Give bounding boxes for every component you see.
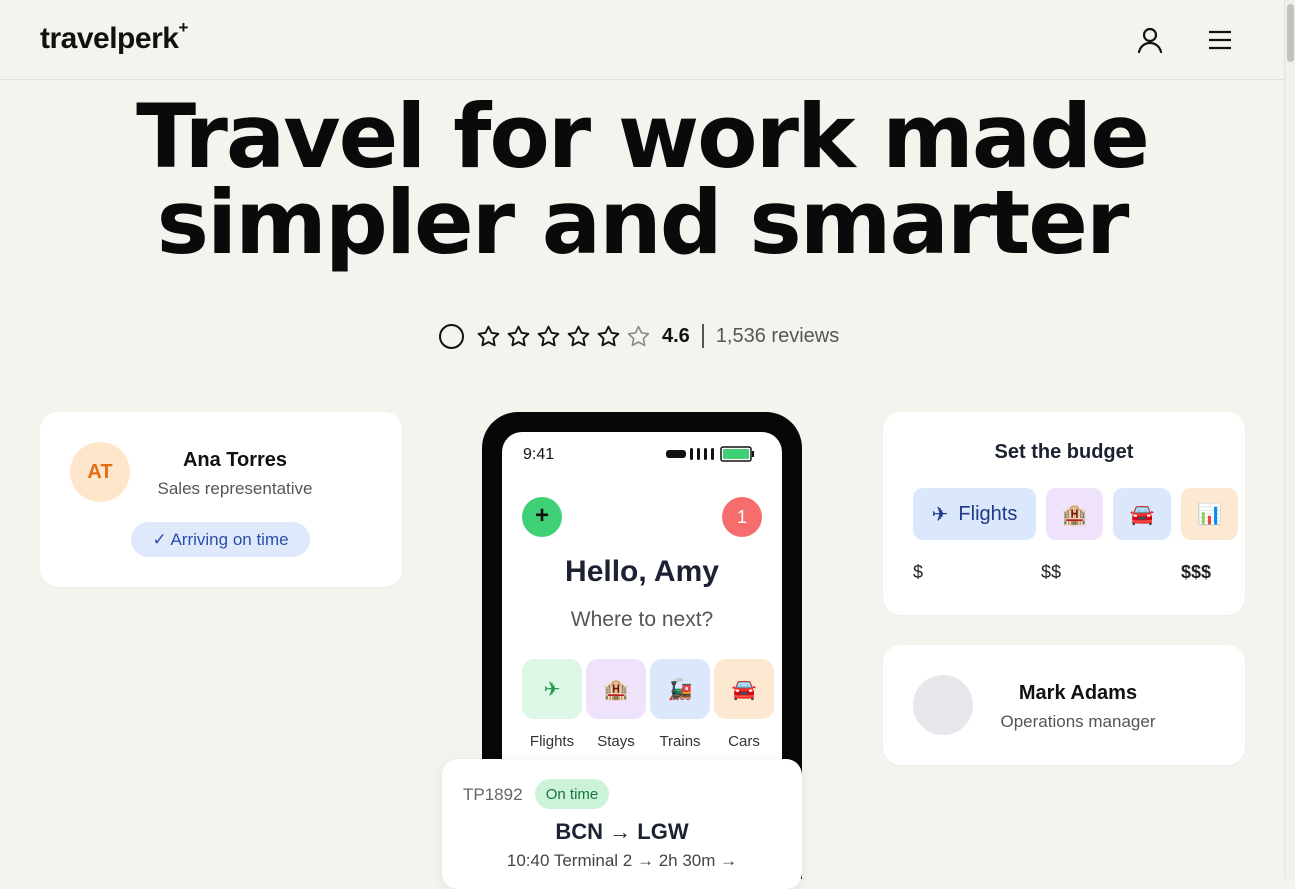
plane-icon: ✈ [931, 503, 949, 526]
logo-plus-mark: + [178, 18, 188, 37]
car-icon: 🚘 [1129, 503, 1155, 526]
star-icon [537, 325, 560, 346]
hotel-icon: 🏨 [1062, 503, 1087, 526]
chart-icon: 📊 [1197, 503, 1222, 526]
new-trip-button[interactable]: + [522, 497, 562, 537]
price-level-mid: $$ [1041, 562, 1062, 582]
site-header: travelperk+ [0, 0, 1284, 80]
status-bar-icons [666, 446, 754, 462]
plane-icon: ✈ [543, 678, 561, 701]
star-icon [567, 325, 590, 346]
traveler-role: Sales representative [157, 479, 313, 498]
greeting-subtitle: Where to next? [570, 608, 714, 631]
budget-chip-stays[interactable]: 🏨 [1046, 488, 1103, 540]
budget-chip-label: Flights [958, 502, 1018, 525]
star-icon [597, 325, 620, 346]
user-icon[interactable] [1136, 26, 1164, 54]
flight-detail: 10:40 Terminal 2 → 2h 30m → [506, 851, 738, 870]
notification-badge[interactable]: 1 [722, 497, 762, 537]
review-platform-icon [439, 323, 464, 349]
travelperk-logo[interactable]: travelperk+ [40, 18, 188, 56]
manager-role: Operations manager [1000, 712, 1156, 731]
avatar: AT [70, 442, 130, 502]
hotel-icon: 🏨 [603, 678, 629, 701]
car-icon: 🚘 [731, 678, 757, 701]
price-level-low: $ [913, 562, 924, 582]
review-count: 1,536 reviews [715, 324, 840, 347]
star-icon [477, 325, 500, 346]
star-icon [507, 325, 530, 346]
traveler-card: AT Ana Torres Sales representative ✓ Arr… [40, 412, 402, 587]
manager-name: Mark Adams [1018, 682, 1138, 704]
budget-chip-flights[interactable]: ✈ Flights [913, 488, 1036, 540]
price-level-high: $$$ [1181, 562, 1212, 582]
scrollbar-thumb[interactable] [1287, 4, 1294, 62]
rating-score: 4.6 [662, 324, 690, 347]
budget-chip-cars[interactable]: 🚘 [1113, 488, 1171, 540]
category-trains-button[interactable]: 🚂 [650, 659, 710, 719]
train-icon: 🚂 [667, 678, 693, 701]
star-icon-partial [627, 325, 650, 346]
budget-title: Set the budget [994, 441, 1134, 463]
category-label: Trains [659, 733, 701, 750]
hero-title-line-2: simpler and smarter [156, 171, 1130, 274]
budget-chip-reports[interactable]: 📊 [1181, 488, 1238, 540]
plus-icon: + [534, 502, 549, 529]
status-bar-time: 9:41 [523, 446, 555, 463]
page-scrollbar[interactable] [1284, 0, 1295, 879]
status-badge: ✓ Arriving on time [131, 522, 310, 557]
flight-card[interactable]: TP1892 On time BCN → LGW 10:40 Terminal … [442, 759, 802, 889]
greeting-title: Hello, Amy [565, 555, 719, 588]
flight-status-badge: On time [535, 779, 609, 809]
category-label: Cars [728, 733, 760, 750]
flight-route: BCN → LGW [555, 819, 689, 844]
category-label: Stays [597, 733, 635, 750]
avatar [913, 675, 973, 735]
category-stays-button[interactable]: 🏨 [586, 659, 646, 719]
rating-summary[interactable]: 4.6 1,536 reviews [439, 322, 839, 350]
manager-card: Mark Adams Operations manager [883, 645, 1245, 765]
budget-card: Set the budget ✈ Flights 🏨 🚘 📊 $ $$ $$$ [883, 412, 1245, 615]
flight-number: TP1892 [463, 785, 523, 804]
rating-divider [701, 324, 704, 348]
menu-icon[interactable] [1206, 26, 1234, 54]
category-label: Flights [529, 733, 575, 750]
hero-title: Travel for work made simpler and smarter [0, 93, 1284, 267]
traveler-name: Ana Torres [182, 449, 288, 471]
category-cars-button[interactable]: 🚘 [714, 659, 774, 719]
logo-text: travelperk [40, 22, 179, 55]
category-flights-button[interactable]: ✈ [522, 659, 582, 719]
